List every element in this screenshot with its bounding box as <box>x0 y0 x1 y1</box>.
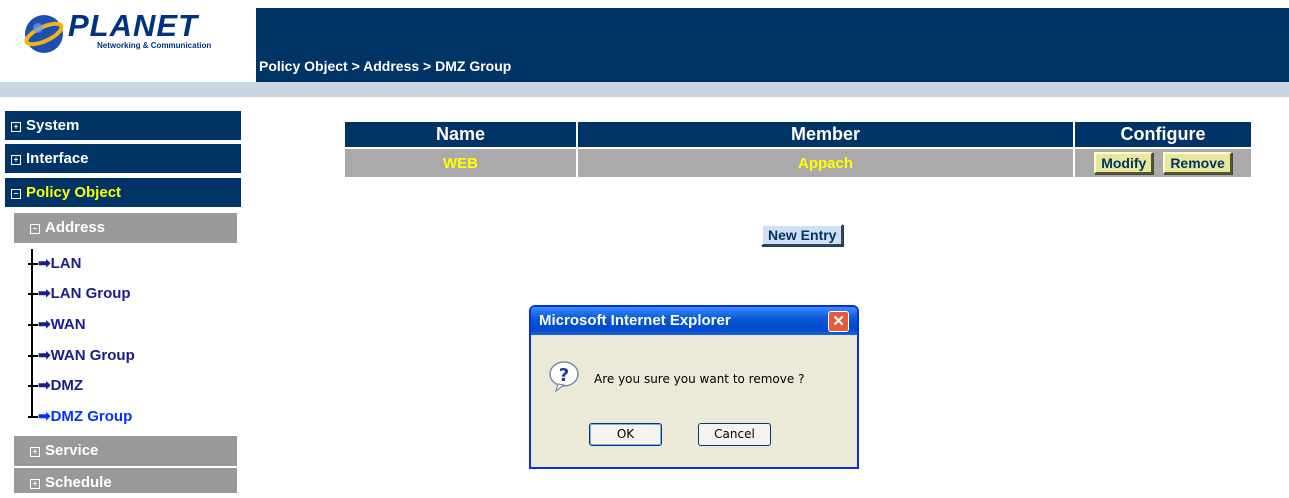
cell-member: Appach <box>578 149 1073 177</box>
tree-branch <box>28 355 38 358</box>
sidebar-item-label: WAN <box>50 316 86 333</box>
remove-button[interactable]: Remove <box>1163 152 1232 174</box>
table-row: WEB Appach Modify Remove <box>345 149 1251 177</box>
sidebar-item-policy-object[interactable]: − Policy Object <box>5 178 241 207</box>
column-header-member: Member <box>578 122 1073 147</box>
close-icon[interactable]: ✕ <box>828 311 849 332</box>
sidebar-item-address[interactable]: − Address <box>14 213 237 243</box>
sidebar-item-system[interactable]: + System <box>5 111 241 140</box>
sidebar-item-label: LAN Group <box>50 285 131 302</box>
tree-branch <box>28 263 38 266</box>
sidebar-item-interface[interactable]: + Interface <box>5 144 241 173</box>
table-header-row: Name Member Configure <box>345 122 1251 147</box>
sidebar-item-label: DMZ <box>50 377 84 394</box>
arrow-icon: ➡ <box>38 347 51 364</box>
tree-branch <box>28 416 38 419</box>
svg-text:?: ? <box>559 365 569 386</box>
expand-icon: + <box>11 155 21 165</box>
sidebar-item-dmz[interactable]: ➡DMZ <box>28 371 83 401</box>
planet-logo-icon <box>24 15 64 53</box>
arrow-icon: ➡ <box>38 377 51 394</box>
brand-tagline: Networking & Communication <box>97 41 212 50</box>
cell-name: WEB <box>345 149 576 177</box>
tree-branch <box>28 324 38 327</box>
dmz-group-table: Name Member Configure WEB Appach Modify R… <box>343 120 1253 179</box>
breadcrumb: Policy Object > Address > DMZ Group <box>259 58 512 74</box>
new-entry-button[interactable]: New Entry <box>761 224 844 246</box>
expand-icon: + <box>30 447 40 457</box>
expand-icon: + <box>30 479 40 489</box>
ok-button[interactable]: OK <box>589 423 662 446</box>
header-divider <box>0 82 1289 97</box>
expand-icon: + <box>11 122 21 132</box>
dialog-title: Microsoft Internet Explorer <box>539 312 731 329</box>
arrow-icon: ➡ <box>38 316 51 333</box>
sidebar-item-label: Policy Object <box>26 184 122 201</box>
column-header-name: Name <box>345 122 576 147</box>
column-header-configure: Configure <box>1075 122 1251 147</box>
sidebar-item-dmz-group[interactable]: ➡DMZ Group <box>28 402 132 432</box>
modify-button[interactable]: Modify <box>1094 152 1154 174</box>
sidebar-item-label: Service <box>45 442 99 459</box>
sidebar-item-lan[interactable]: ➡LAN <box>28 249 81 279</box>
sidebar-item-service[interactable]: + Service <box>14 436 237 466</box>
sidebar-item-wan-group[interactable]: ➡WAN Group <box>28 341 135 371</box>
dialog-message: Are you sure you want to remove ? <box>594 372 805 386</box>
collapse-icon: − <box>11 189 21 199</box>
arrow-icon: ➡ <box>38 255 51 272</box>
question-icon: ? <box>549 361 579 392</box>
arrow-icon: ➡ <box>38 408 51 425</box>
confirm-dialog: Microsoft Internet Explorer ✕ ? Are you … <box>529 305 859 469</box>
sidebar-item-label: LAN <box>50 255 82 272</box>
tree-branch <box>28 385 38 388</box>
cancel-button[interactable]: Cancel <box>698 423 771 446</box>
sidebar-item-wan[interactable]: ➡WAN <box>28 310 86 340</box>
brand-name: PLANET <box>68 8 198 43</box>
collapse-icon: − <box>30 224 40 234</box>
sidebar-item-label: System <box>26 117 80 134</box>
sidebar-item-label: Schedule <box>45 474 112 491</box>
tree-branch <box>28 293 38 296</box>
sidebar-item-schedule[interactable]: + Schedule <box>14 468 237 493</box>
sidebar-item-lan-group[interactable]: ➡LAN Group <box>28 279 131 309</box>
sidebar-item-label: WAN Group <box>50 347 135 364</box>
sidebar-item-label: DMZ Group <box>50 408 133 425</box>
sidebar-item-label: Interface <box>26 150 89 167</box>
arrow-icon: ➡ <box>38 285 51 302</box>
cell-configure: Modify Remove <box>1075 149 1251 177</box>
sidebar-item-label: Address <box>45 219 106 236</box>
